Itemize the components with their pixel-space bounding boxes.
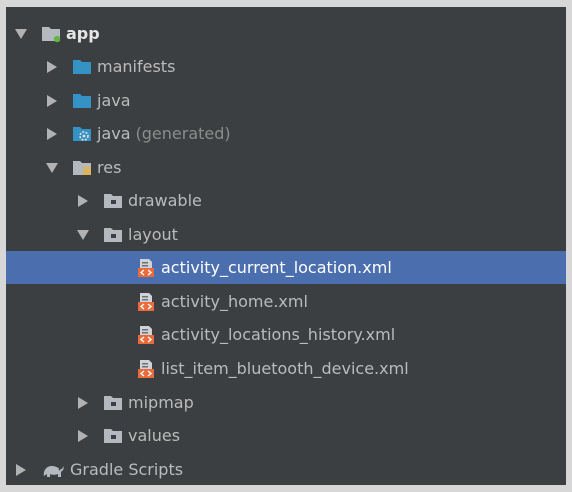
expanded-arrow-icon[interactable]: [15, 27, 27, 41]
resource-folder-icon: [72, 158, 92, 178]
resource-subfolder-icon: [103, 191, 123, 211]
tree-node-label: mipmap: [128, 393, 194, 412]
tree-node-manifests[interactable]: manifests: [6, 50, 566, 83]
generated-folder-icon: [72, 124, 92, 144]
tree-node-java-generated[interactable]: java (generated): [6, 117, 566, 150]
tree-node-drawable[interactable]: drawable: [6, 184, 566, 217]
resource-subfolder-icon: [103, 426, 123, 446]
resource-subfolder-icon: [103, 393, 123, 413]
tree-node-values[interactable]: values: [6, 419, 566, 452]
folder-icon: [72, 91, 92, 111]
collapsed-arrow-icon[interactable]: [46, 94, 58, 108]
tree-node-file[interactable]: activity_current_location.xml: [6, 251, 566, 284]
module-folder-icon: [41, 24, 61, 44]
tree-node-app[interactable]: app: [6, 17, 566, 50]
tree-node-label: activity_current_location.xml: [161, 258, 392, 277]
generated-suffix: (generated): [135, 124, 231, 143]
tree-node-file[interactable]: activity_locations_history.xml: [6, 318, 566, 351]
collapsed-arrow-icon[interactable]: [77, 194, 89, 208]
tree-node-label: list_item_bluetooth_device.xml: [161, 359, 409, 378]
layout-xml-icon: [136, 258, 156, 278]
tree-node-file[interactable]: activity_home.xml: [6, 285, 566, 318]
collapsed-arrow-icon[interactable]: [46, 60, 58, 74]
expanded-arrow-icon[interactable]: [77, 228, 89, 242]
tree-node-label: java: [97, 91, 131, 110]
tree-node-gradle-scripts[interactable]: Gradle Scripts: [6, 453, 566, 485]
tree-node-mipmap[interactable]: mipmap: [6, 386, 566, 419]
folder-icon: [72, 57, 92, 77]
collapsed-arrow-icon[interactable]: [15, 463, 27, 477]
tree-node-res[interactable]: res: [6, 151, 566, 184]
project-tree-panel: app manifests java java (generated) res …: [6, 7, 566, 485]
tree-node-label: activity_locations_history.xml: [161, 325, 396, 344]
layout-xml-icon: [136, 325, 156, 345]
tree-node-label: drawable: [128, 191, 202, 210]
tree-node-label: Gradle Scripts: [70, 460, 184, 479]
gradle-elephant-icon: [41, 460, 65, 480]
tree-node-label: manifests: [97, 57, 176, 76]
tree-node-label: res: [97, 158, 122, 177]
layout-xml-icon: [136, 359, 156, 379]
collapsed-arrow-icon[interactable]: [77, 429, 89, 443]
tree-node-java[interactable]: java: [6, 84, 566, 117]
expanded-arrow-icon[interactable]: [46, 161, 58, 175]
tree-node-label: layout: [128, 225, 178, 244]
tree-node-file[interactable]: list_item_bluetooth_device.xml: [6, 352, 566, 385]
layout-xml-icon: [136, 292, 156, 312]
tree-node-label: java: [97, 124, 131, 143]
tree-node-label: app: [66, 24, 100, 43]
tree-node-label: activity_home.xml: [161, 292, 308, 311]
resource-subfolder-icon: [103, 225, 123, 245]
collapsed-arrow-icon[interactable]: [77, 396, 89, 410]
tree-node-layout[interactable]: layout: [6, 218, 566, 251]
tree-node-label: values: [128, 426, 181, 445]
collapsed-arrow-icon[interactable]: [46, 127, 58, 141]
